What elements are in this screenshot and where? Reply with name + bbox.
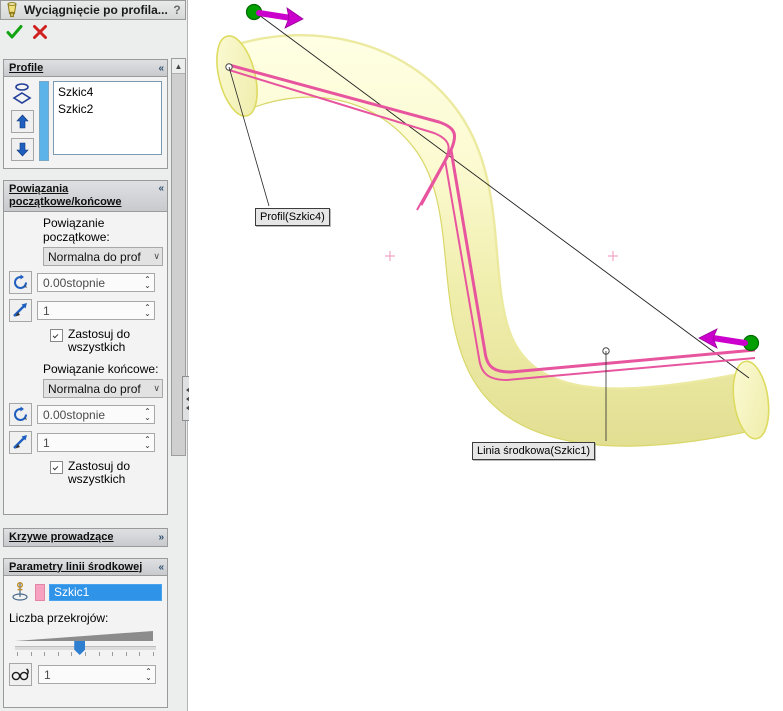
group-centerline-body: Szkic1 Liczba przekrojów: 1 ⌃ ⌄	[4, 576, 167, 692]
list-item[interactable]: Szkic2	[58, 101, 157, 118]
sections-count-label: Liczba przekrojów:	[9, 611, 109, 625]
confirm-toolbar	[0, 21, 186, 45]
glasses-icon[interactable]	[9, 663, 32, 686]
group-start-end-constraints: Powiązania początkowe/końcowe « Powiązan…	[3, 180, 168, 515]
sections-slider[interactable]	[9, 629, 162, 656]
loft-profile-icon	[10, 81, 34, 105]
sections-count-stepper[interactable]: ⌃ ⌄	[142, 667, 155, 681]
sections-ramp-graphic	[15, 629, 156, 643]
spinner-down-icon[interactable]: ⌄	[144, 281, 151, 289]
start-tangent-length-icon-button[interactable]	[9, 299, 32, 322]
end-constraint-arrow-handle	[698, 328, 748, 349]
list-item[interactable]: Szkic4	[58, 84, 157, 101]
end-tangent-stepper[interactable]: ⌃ ⌄	[141, 435, 154, 449]
group-profile: Profile « Szkic4 Szkic2	[3, 59, 168, 169]
group-constraints-body: Powiązanie początkowe: Normalna do prof …	[4, 212, 167, 492]
start-apply-all-row[interactable]: Zastosuj do wszystkich	[9, 328, 162, 354]
end-tangent-length-icon-button[interactable]	[9, 431, 32, 454]
chevron-up-icon[interactable]: «	[158, 63, 164, 74]
centerline-selection-field[interactable]: Szkic1	[49, 583, 162, 601]
start-angle-stepper[interactable]: ⌃ ⌄	[141, 275, 154, 289]
start-draft-angle-icon-button[interactable]	[9, 271, 32, 294]
cancel-button[interactable]	[32, 24, 48, 43]
end-apply-all-label: Zastosuj do wszystkich	[68, 459, 131, 486]
centerline-callout-label[interactable]: Linia środkowa(Szkic1)	[472, 442, 596, 460]
start-tangent-field[interactable]: 1 ⌃ ⌄	[37, 301, 155, 320]
chevron-down-icon[interactable]: ∨	[153, 251, 160, 262]
accept-button[interactable]	[6, 24, 23, 43]
loft-icon	[3, 1, 21, 19]
spinner-down-icon[interactable]: ⌄	[144, 413, 151, 421]
end-constraint-label: Powiązanie końcowe:	[43, 362, 159, 376]
group-guide-curves[interactable]: Krzywe prowadzące »	[3, 528, 168, 547]
sections-count-field[interactable]: 1 ⌃ ⌄	[38, 665, 156, 684]
end-angle-stepper[interactable]: ⌃ ⌄	[141, 407, 154, 421]
start-angle-field[interactable]: 0.00stopnie ⌃ ⌄	[37, 273, 155, 292]
start-constraint-label: Powiązanie początkowe:	[43, 216, 110, 244]
selection-indicator	[39, 81, 49, 161]
group-profile-title: Profile	[9, 61, 44, 74]
end-angle-value: 0.00stopnie	[43, 407, 106, 422]
loft-preview-model	[216, 3, 770, 447]
property-manager-panel: Wyciągnięcie po profila... ? Profile « S…	[0, 0, 194, 711]
group-constraints-title-line2: początkowe/końcowe	[9, 196, 122, 208]
start-constraint-arrow-handle	[256, 7, 304, 29]
graphics-area[interactable]: Profil(Szkic4) Linia środkowa(Szkic1)	[189, 0, 783, 711]
group-centerline-parameters: Parametry linii środkowej « Szkic1 Liczb…	[3, 558, 168, 708]
end-tangent-field[interactable]: 1 ⌃ ⌄	[37, 433, 155, 452]
centerline-selection-value: Szkic1	[54, 585, 90, 599]
chevron-up-icon[interactable]: «	[158, 562, 164, 573]
end-angle-field[interactable]: 0.00stopnie ⌃ ⌄	[37, 405, 155, 424]
group-profile-body: Szkic4 Szkic2	[4, 77, 167, 167]
sections-slider-ticks	[15, 652, 156, 656]
start-tangent-stepper[interactable]: ⌃ ⌄	[141, 303, 154, 317]
end-tangent-value: 1	[43, 435, 50, 450]
centerline-icon	[9, 580, 31, 604]
profile-list[interactable]: Szkic4 Szkic2	[53, 81, 162, 155]
spinner-down-icon[interactable]: ⌄	[144, 441, 151, 449]
help-icon[interactable]: ?	[169, 3, 185, 17]
panel-titlebar: Wyciągnięcie po profila... ?	[0, 0, 186, 20]
scroll-up-button[interactable]: ▲	[172, 59, 185, 74]
end-apply-all-row[interactable]: Zastosuj do wszystkich	[9, 460, 162, 486]
start-apply-all-checkbox[interactable]	[50, 329, 63, 342]
start-tangent-value: 1	[43, 303, 50, 318]
start-constraint-dropdown[interactable]: Normalna do prof ∨	[43, 247, 163, 266]
move-up-button[interactable]	[10, 110, 34, 133]
profile-callout-label[interactable]: Profil(Szkic4)	[255, 208, 330, 226]
spinner-down-icon[interactable]: ⌄	[144, 309, 151, 317]
end-constraint-dropdown[interactable]: Normalna do prof ∨	[43, 379, 163, 398]
centerline-color-swatch	[35, 583, 45, 601]
start-apply-all-label: Zastosuj do wszystkich	[68, 327, 131, 354]
group-centerline-title: Parametry linii środkowej	[9, 560, 143, 573]
chevron-up-icon[interactable]: «	[158, 183, 164, 194]
end-apply-all-checkbox[interactable]	[50, 461, 63, 474]
group-profile-header[interactable]: Profile «	[4, 60, 167, 77]
sections-count-value: 1	[44, 667, 51, 682]
reference-point-marker	[608, 251, 618, 261]
end-constraint-value: Normalna do prof	[48, 381, 141, 396]
panel-title: Wyciągnięcie po profila...	[24, 3, 168, 17]
spinner-down-icon[interactable]: ⌄	[145, 673, 152, 681]
group-constraints-title-line1: Powiązania	[9, 183, 69, 195]
start-constraint-value: Normalna do prof	[48, 249, 141, 264]
group-constraints-header[interactable]: Powiązania początkowe/końcowe «	[4, 181, 167, 212]
group-guide-curves-title: Krzywe prowadzące	[9, 531, 114, 543]
reference-point-marker	[385, 251, 395, 261]
sections-slider-track[interactable]	[15, 641, 156, 655]
start-angle-value: 0.00stopnie	[43, 275, 106, 290]
end-draft-angle-icon-button[interactable]	[9, 403, 32, 426]
chevron-down-icon[interactable]: »	[158, 532, 164, 543]
move-down-button[interactable]	[10, 138, 34, 161]
group-centerline-header[interactable]: Parametry linii środkowej «	[4, 559, 167, 576]
group-guide-curves-header[interactable]: Krzywe prowadzące »	[4, 529, 167, 546]
chevron-down-icon[interactable]: ∨	[153, 383, 160, 394]
